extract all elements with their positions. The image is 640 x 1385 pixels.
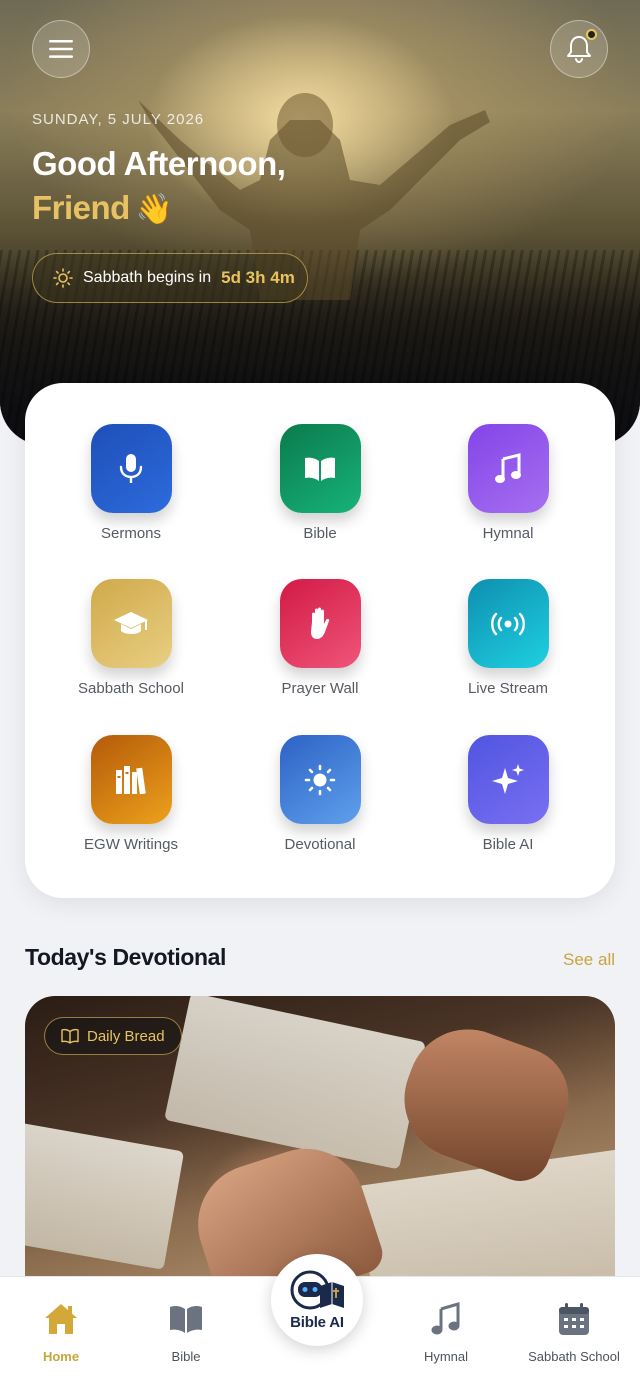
devotional-image-book-page: [164, 996, 426, 1170]
book-icon: [61, 1028, 79, 1044]
music-note-icon: [386, 1299, 506, 1339]
date-label: SUNDAY, 5 JULY 2026: [32, 111, 205, 128]
tile-bible-ai[interactable]: Bible AI: [428, 735, 588, 853]
tile-sermons[interactable]: Sermons: [51, 424, 211, 542]
tile-bible[interactable]: Bible: [240, 424, 400, 542]
nav-sabbath-school[interactable]: Sabbath School: [514, 1299, 634, 1364]
tile-sabbath-school[interactable]: Sabbath School: [51, 579, 211, 697]
books-icon: [90, 735, 172, 824]
tile-label: Sermons: [100, 525, 162, 542]
quick-access-grid: Sermons Bible Hymnal Sabbath School Pray…: [25, 383, 615, 898]
tile-prayer-wall[interactable]: Prayer Wall: [240, 579, 400, 697]
badge-label: Daily Bread: [87, 1027, 165, 1045]
wave-emoji: 👋: [135, 193, 173, 226]
hero-header: SUNDAY, 5 JULY 2026 Good Afternoon, Frie…: [0, 0, 640, 445]
sun-icon: [53, 268, 73, 288]
open-book-icon: [279, 424, 361, 513]
raised-hand-icon: [279, 579, 361, 668]
tile-label: Devotional: [284, 836, 356, 853]
menu-button[interactable]: [32, 20, 90, 78]
sabbath-countdown: 5d 3h 4m: [221, 268, 295, 287]
calendar-icon: [514, 1299, 634, 1339]
tile-label: Live Stream: [467, 680, 549, 697]
music-note-icon: [467, 424, 549, 513]
greeting-heading: Good Afternoon, Friend 👋: [32, 142, 452, 232]
robot-bible-logo-icon: [290, 1270, 344, 1309]
devotional-card[interactable]: Daily Bread: [25, 996, 615, 1276]
microphone-icon: [90, 424, 172, 513]
section-title-devotional: Today's Devotional: [25, 944, 227, 970]
user-name: Friend: [32, 189, 130, 226]
nav-home[interactable]: Home: [1, 1299, 121, 1364]
book-icon: [126, 1299, 246, 1339]
fab-label: Bible AI: [290, 1313, 344, 1331]
daily-bread-badge: Daily Bread: [44, 1017, 182, 1055]
nav-label: Home: [42, 1349, 80, 1364]
nav-label: Sabbath School: [528, 1349, 620, 1364]
tile-label: Hymnal: [482, 525, 534, 542]
notifications-button[interactable]: [550, 20, 608, 78]
sparkles-icon: [467, 735, 549, 824]
tile-hymnal[interactable]: Hymnal: [428, 424, 588, 542]
greeting-text: Good Afternoon,: [32, 145, 286, 182]
home-icon: [1, 1299, 121, 1339]
nav-label: Hymnal: [423, 1349, 469, 1364]
nav-hymnal[interactable]: Hymnal: [386, 1299, 506, 1364]
sabbath-label: Sabbath begins in: [83, 269, 212, 286]
notification-dot: [586, 29, 597, 40]
nav-label: Bible: [171, 1349, 201, 1364]
tile-egw-writings[interactable]: EGW Writings: [51, 735, 211, 853]
broadcast-icon: [467, 579, 549, 668]
nav-bible[interactable]: Bible: [126, 1299, 246, 1364]
devotional-image-book-page: [25, 1122, 185, 1270]
sabbath-countdown-pill[interactable]: Sabbath begins in 5d 3h 4m: [32, 253, 308, 303]
tile-label: Bible: [303, 525, 337, 542]
tile-label: Bible AI: [482, 836, 534, 853]
tile-label: Prayer Wall: [281, 680, 359, 697]
bible-ai-fab[interactable]: Bible AI: [271, 1254, 363, 1346]
tile-label: EGW Writings: [84, 836, 178, 853]
hamburger-menu-icon: [49, 40, 73, 58]
sun-icon: [279, 735, 361, 824]
tile-devotional[interactable]: Devotional: [240, 735, 400, 853]
graduation-cap-icon: [90, 579, 172, 668]
tile-live-stream[interactable]: Live Stream: [428, 579, 588, 697]
tile-label: Sabbath School: [78, 680, 184, 697]
see-all-link[interactable]: See all: [563, 950, 615, 970]
